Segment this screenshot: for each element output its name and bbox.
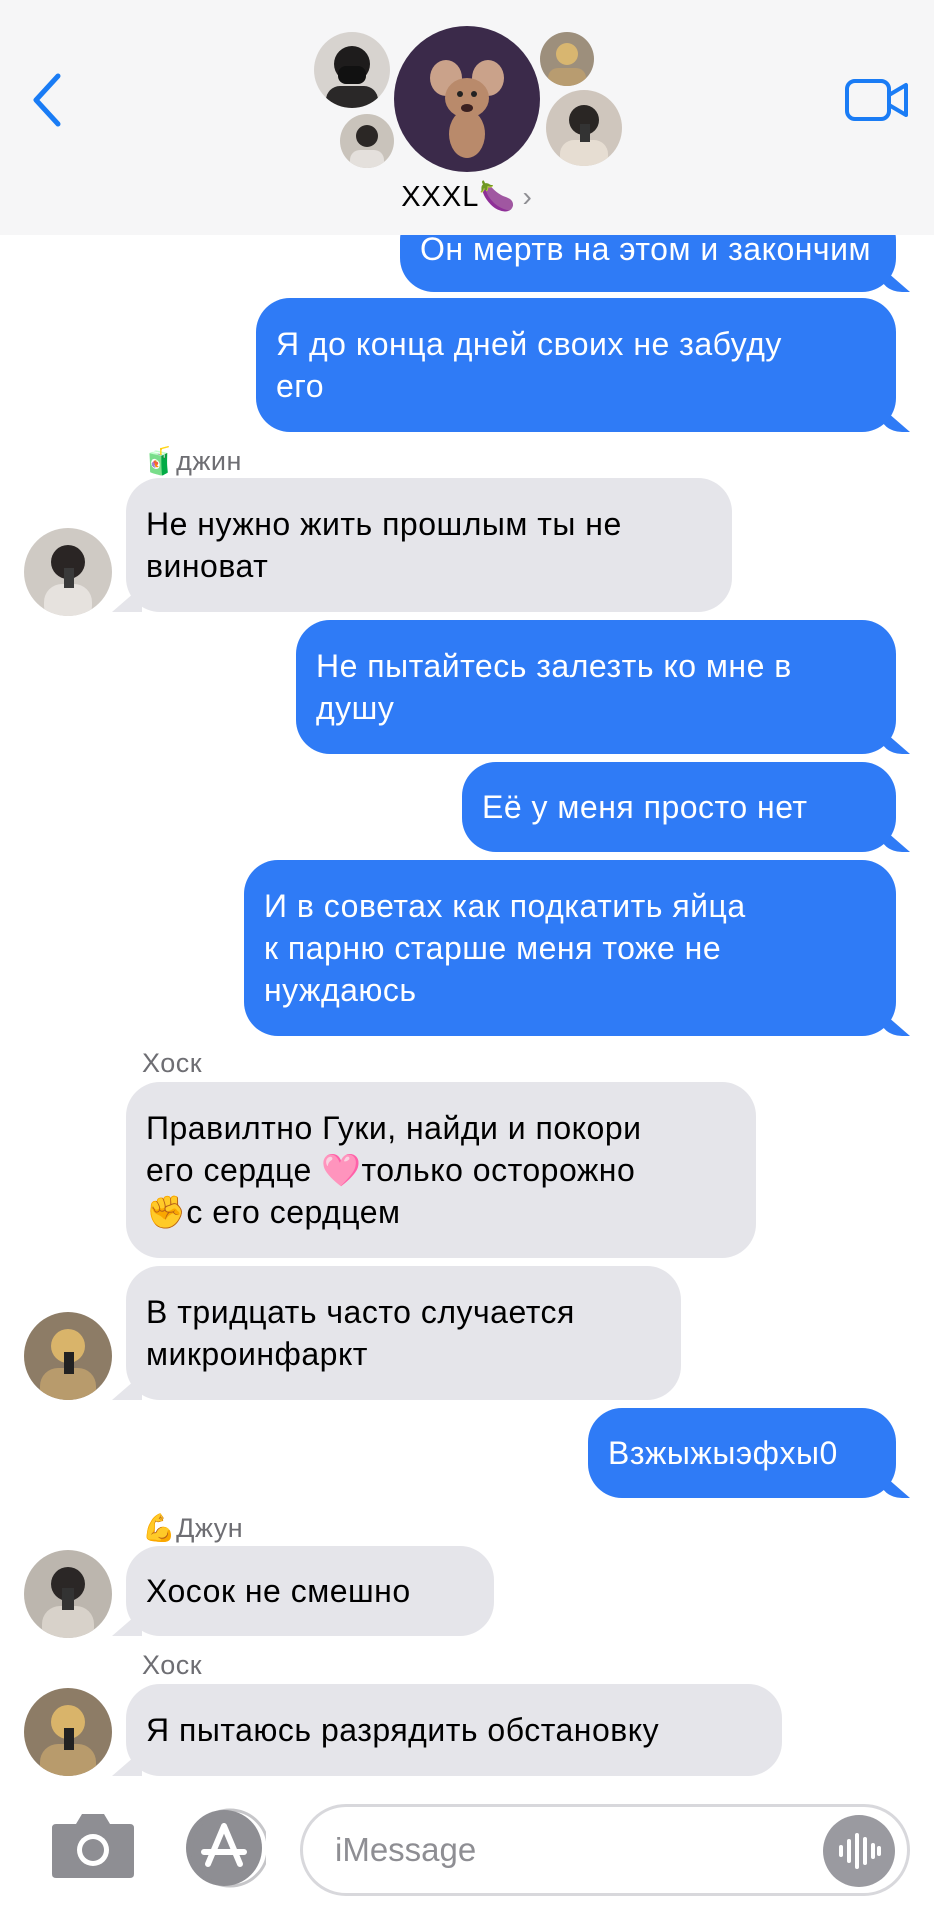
message-input-placeholder: iMessage bbox=[335, 1831, 477, 1868]
group-name-text: XXXL🍆 bbox=[401, 181, 517, 213]
member-avatar[interactable] bbox=[340, 114, 394, 168]
message-out[interactable]: Я до конца дней своих не забуду его bbox=[256, 298, 896, 432]
group-avatar[interactable] bbox=[394, 26, 540, 172]
back-button[interactable] bbox=[28, 70, 68, 130]
sender-name: 💪Джун bbox=[142, 1513, 244, 1543]
member-avatar[interactable] bbox=[546, 90, 622, 166]
message-in[interactable]: В тридцать часто случается микроинфаркт bbox=[126, 1266, 681, 1400]
member-avatar[interactable] bbox=[314, 32, 390, 108]
sender-name: 🧃джин bbox=[142, 446, 242, 476]
sender-name: Хоск bbox=[142, 1650, 203, 1680]
message-in[interactable]: Не нужно жить прошлым ты не виноват bbox=[126, 478, 732, 612]
conversation-header: XXXL🍆 › bbox=[0, 0, 934, 235]
avatar-hoseok[interactable] bbox=[24, 1688, 112, 1776]
avatar-namjoon[interactable] bbox=[24, 1550, 112, 1638]
message-in[interactable]: Я пытаюсь разрядить обстановку bbox=[126, 1684, 782, 1776]
group-name[interactable]: XXXL🍆 › bbox=[0, 180, 934, 214]
voice-waveform-icon bbox=[839, 1833, 881, 1869]
message-list[interactable]: Он мертв на этом и закончим Я до конца д… bbox=[0, 0, 934, 1790]
message-out[interactable]: Её у меня просто нет bbox=[462, 762, 896, 852]
chevron-left-icon bbox=[33, 73, 61, 127]
message-input[interactable]: iMessage bbox=[300, 1804, 910, 1896]
message-in[interactable]: Хосок не смешно bbox=[126, 1546, 494, 1636]
chevron-right-icon: › bbox=[522, 181, 533, 212]
message-out[interactable]: Взжыжыэфхы0 bbox=[588, 1408, 896, 1498]
avatar-jin[interactable] bbox=[24, 528, 112, 616]
sender-name: Хоск bbox=[142, 1048, 203, 1078]
camera-icon bbox=[52, 1814, 134, 1878]
camera-button[interactable] bbox=[48, 1810, 138, 1880]
avatar-hoseok[interactable] bbox=[24, 1312, 112, 1400]
facetime-button[interactable] bbox=[844, 78, 910, 122]
video-camera-icon bbox=[845, 79, 908, 121]
app-store-button[interactable] bbox=[182, 1806, 270, 1890]
member-avatar[interactable] bbox=[540, 32, 594, 86]
message-in[interactable]: Правилтно Гуки, найди и покори его сердц… bbox=[126, 1082, 756, 1258]
composer-bar: iMessage bbox=[0, 1790, 934, 1920]
message-out[interactable]: И в советах как подкатить яйца к парню с… bbox=[244, 860, 896, 1036]
voice-record-button[interactable] bbox=[823, 1815, 895, 1887]
app-store-icon bbox=[186, 1808, 270, 1888]
message-out[interactable]: Не пытайтесь залезть ко мне в душу bbox=[296, 620, 896, 754]
